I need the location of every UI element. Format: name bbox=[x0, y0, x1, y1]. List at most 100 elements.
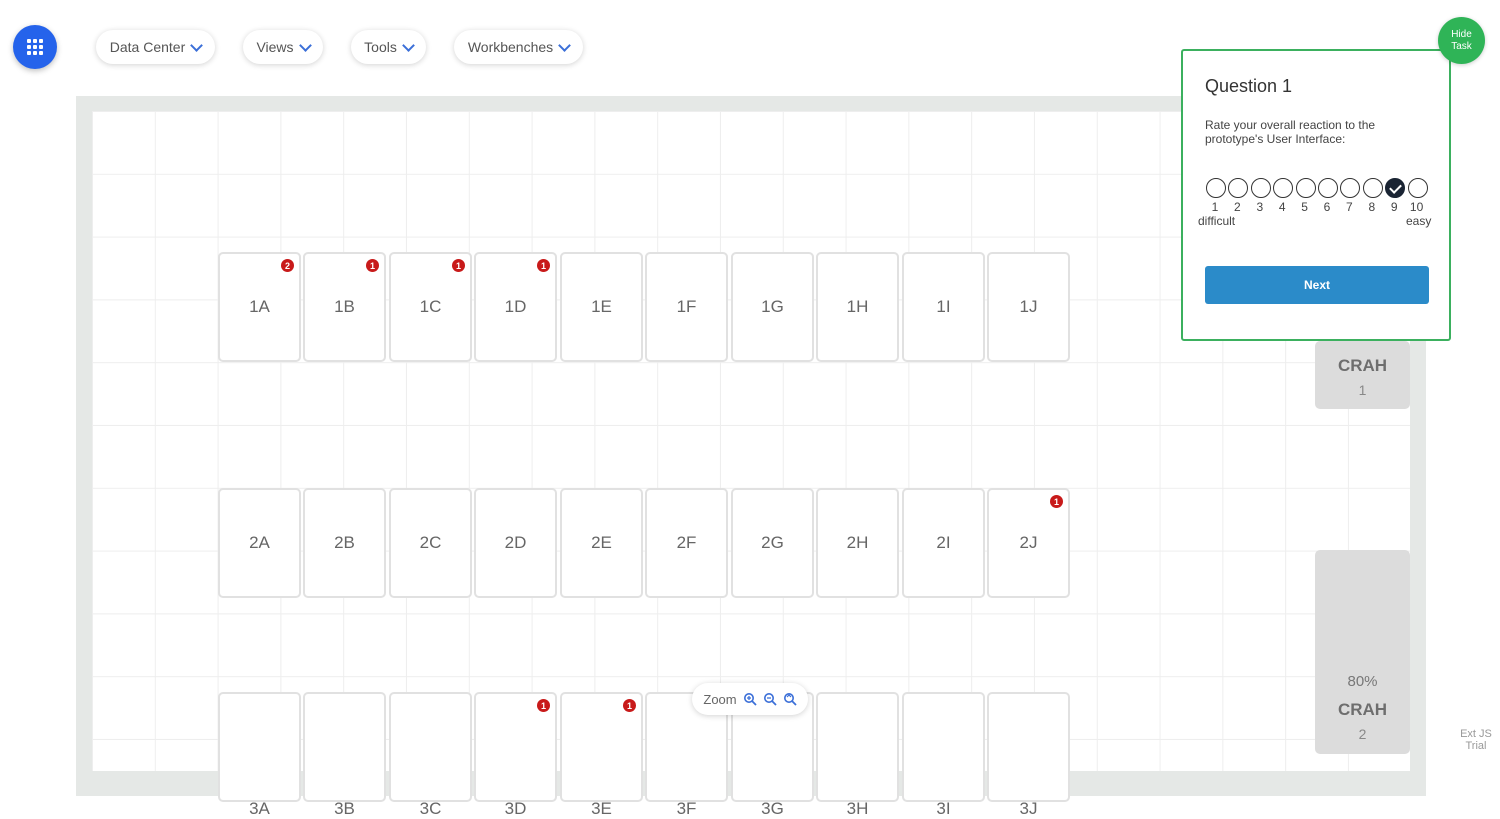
rack-label: 2A bbox=[249, 533, 270, 552]
alert-badge: 1 bbox=[537, 259, 550, 272]
zoom-label: Zoom bbox=[703, 691, 737, 707]
rack-1f[interactable]: 1F bbox=[645, 252, 728, 362]
rating-number: 10 bbox=[1409, 200, 1424, 214]
rating-option-4[interactable] bbox=[1273, 178, 1294, 198]
rack-2g[interactable]: 2G bbox=[731, 488, 814, 598]
rack-1h[interactable]: 1H bbox=[816, 252, 899, 362]
rack-2h[interactable]: 2H bbox=[816, 488, 899, 598]
zoom-in-icon[interactable] bbox=[743, 692, 757, 706]
trial-text: Ext JS bbox=[1460, 728, 1492, 740]
rating-option-9[interactable] bbox=[1385, 178, 1406, 198]
scale-high-label: easy bbox=[1406, 214, 1432, 228]
rack-label: 3B bbox=[334, 798, 355, 818]
zoom-control: Zoom bbox=[692, 683, 808, 715]
rack-2d[interactable]: 2D bbox=[474, 488, 557, 598]
rack-1a[interactable]: 1A 2 bbox=[218, 252, 301, 362]
rack-3a[interactable]: 3A bbox=[218, 692, 301, 818]
rating-number: 6 bbox=[1323, 200, 1331, 214]
chevron-down-icon bbox=[401, 38, 415, 52]
zoom-out-icon[interactable] bbox=[763, 692, 777, 706]
rack-label: 1G bbox=[761, 297, 784, 316]
next-button[interactable]: Next bbox=[1205, 266, 1429, 304]
rack-label: 1J bbox=[1019, 297, 1038, 316]
crah-name: CRAH bbox=[1337, 356, 1388, 375]
rating-number: 7 bbox=[1346, 200, 1353, 214]
rack-label: 3G bbox=[761, 798, 784, 818]
trial-watermark: Ext JS Trial bbox=[1458, 728, 1494, 752]
rack-3e[interactable]: 3E 1 bbox=[560, 692, 643, 818]
app-launcher-button[interactable] bbox=[13, 25, 57, 69]
crah-name: CRAH bbox=[1337, 700, 1388, 719]
alert-badge: 1 bbox=[623, 699, 636, 712]
rating-number: 5 bbox=[1301, 200, 1308, 214]
chevron-down-icon bbox=[298, 38, 312, 52]
rack-label: 1B bbox=[334, 297, 355, 316]
rack-label: 1I bbox=[936, 297, 951, 316]
rack-label: 3I bbox=[936, 798, 951, 818]
rating-number: 2 bbox=[1234, 200, 1241, 214]
rating-number: 3 bbox=[1256, 200, 1264, 214]
trial-text: Trial bbox=[1465, 740, 1487, 752]
rating-option-10[interactable] bbox=[1407, 178, 1428, 198]
rack-3i[interactable]: 3I bbox=[902, 692, 985, 818]
menu-data-center[interactable]: Data Center bbox=[96, 30, 215, 64]
rack-3c[interactable]: 3C bbox=[389, 692, 472, 818]
rack-2e[interactable]: 2E bbox=[560, 488, 643, 598]
rack-label: 1F bbox=[676, 297, 697, 316]
menu-tools[interactable]: Tools bbox=[351, 30, 426, 64]
rating-option-6[interactable] bbox=[1318, 178, 1338, 198]
rack-2f[interactable]: 2F bbox=[645, 488, 728, 598]
menu-label: Tools bbox=[364, 39, 397, 55]
rack-label: 2B bbox=[334, 533, 355, 552]
menu-label: Workbenches bbox=[467, 39, 554, 55]
rack-label: 3H bbox=[846, 798, 869, 818]
rack-1i[interactable]: 1I bbox=[902, 252, 985, 362]
rack-label: 2H bbox=[846, 533, 869, 552]
rating-option-7[interactable] bbox=[1340, 178, 1361, 198]
crah-unit-1[interactable]: CRAH 1 bbox=[1315, 341, 1410, 409]
rack-label: 3F bbox=[676, 798, 697, 818]
rack-3d[interactable]: 3D 1 bbox=[474, 692, 557, 818]
rack-label: 2D bbox=[504, 533, 527, 552]
rack-1e[interactable]: 1E bbox=[560, 252, 643, 362]
rack-1g[interactable]: 1G bbox=[731, 252, 814, 362]
alert-badge: 1 bbox=[452, 259, 465, 272]
rating-option-3[interactable] bbox=[1250, 178, 1271, 198]
rack-label: 1D bbox=[504, 297, 527, 316]
rack-1b[interactable]: 1B 1 bbox=[303, 252, 386, 362]
rack-3j[interactable]: 3J bbox=[987, 692, 1070, 818]
rating-number: 9 bbox=[1390, 200, 1398, 214]
rack-1c[interactable]: 1C 1 bbox=[389, 252, 472, 362]
rack-label: 3A bbox=[249, 798, 270, 818]
rack-3h[interactable]: 3H bbox=[816, 692, 899, 818]
rating-option-5[interactable] bbox=[1295, 178, 1316, 198]
rack-3b[interactable]: 3B bbox=[303, 692, 386, 818]
rack-label: 1C bbox=[419, 297, 442, 316]
rack-label: 2G bbox=[761, 533, 784, 552]
rating-number: 8 bbox=[1368, 200, 1376, 214]
alert-badge: 1 bbox=[366, 259, 379, 272]
rack-label: 3E bbox=[591, 798, 612, 818]
rating-option-1[interactable] bbox=[1206, 178, 1226, 198]
rating-option-8[interactable] bbox=[1362, 178, 1383, 198]
alert-badge: 2 bbox=[281, 259, 294, 272]
alert-badge: 1 bbox=[537, 699, 550, 712]
hide-task-button[interactable]: Hide Task bbox=[1438, 17, 1485, 64]
rack-1j[interactable]: 1J bbox=[987, 252, 1070, 362]
menu-views[interactable]: Views bbox=[243, 30, 323, 64]
chevron-down-icon bbox=[558, 38, 572, 52]
rack-label: 2C bbox=[419, 533, 442, 552]
question-panel: Question 1 Rate your overall reaction to… bbox=[1181, 49, 1451, 341]
rack-2i[interactable]: 2I bbox=[902, 488, 985, 598]
rack-2c[interactable]: 2C bbox=[389, 488, 472, 598]
rack-1d[interactable]: 1D 1 bbox=[474, 252, 557, 362]
menu-workbenches[interactable]: Workbenches bbox=[454, 30, 583, 64]
rating-option-2[interactable] bbox=[1228, 178, 1249, 198]
rack-label: 2E bbox=[591, 533, 612, 552]
rack-2b[interactable]: 2B bbox=[303, 488, 386, 598]
zoom-reset-icon[interactable] bbox=[783, 692, 797, 706]
rack-2a[interactable]: 2A bbox=[218, 488, 301, 598]
rack-2j[interactable]: 2J 1 bbox=[987, 488, 1070, 598]
question-title: Question 1 bbox=[1205, 76, 1293, 96]
crah-unit-2[interactable]: 80% CRAH 2 bbox=[1315, 550, 1410, 754]
